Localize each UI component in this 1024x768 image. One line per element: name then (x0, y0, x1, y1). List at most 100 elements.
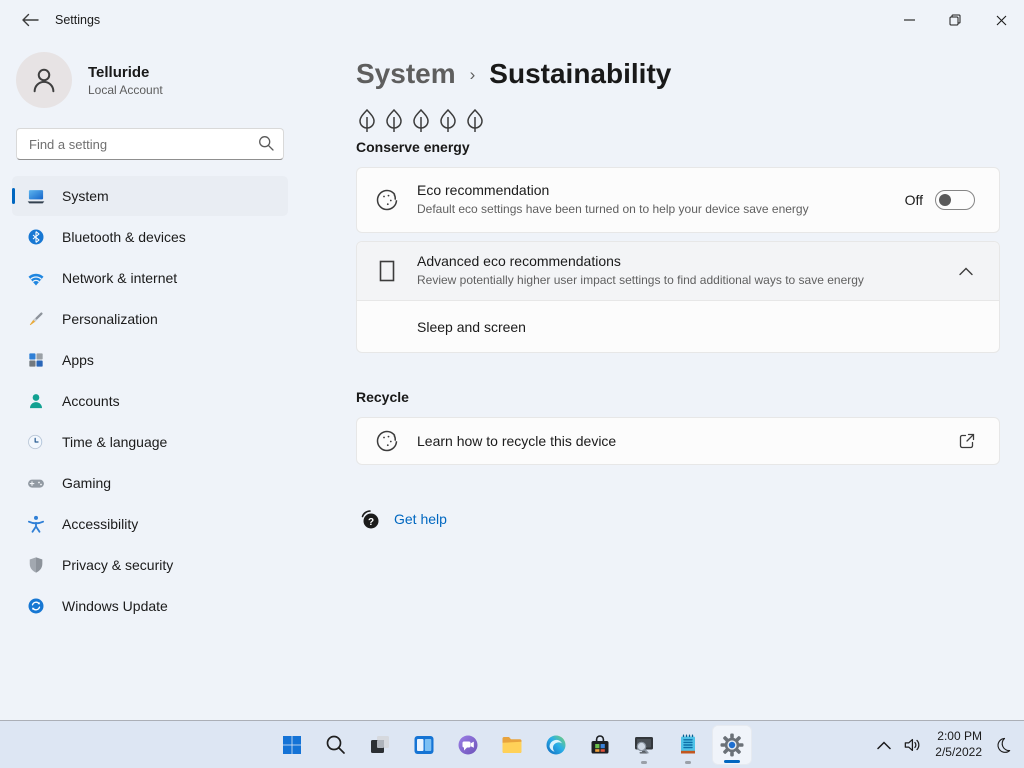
sidebar-item-network-internet[interactable]: Network & internet (12, 258, 288, 298)
advanced-eco-header[interactable]: Advanced eco recommendations Review pote… (357, 242, 999, 300)
edge-icon (546, 735, 566, 755)
widgets-icon (414, 736, 434, 754)
window-controls (886, 0, 1024, 40)
advanced-eco-description: Review potentially higher user impact se… (417, 273, 864, 288)
gaming-gamepad-icon (28, 479, 44, 488)
sleep-and-screen-label: Sleep and screen (417, 318, 526, 335)
window-title: Settings (55, 13, 101, 27)
sidebar-item-label: Windows Update (62, 598, 168, 614)
sidebar-item-privacy-security[interactable]: Privacy & security (12, 545, 288, 585)
minimize-icon (903, 19, 915, 21)
running-indicator (641, 761, 647, 764)
sleep-and-screen-row[interactable]: Sleep and screen (357, 300, 999, 352)
settings-gear-icon (720, 733, 744, 757)
windows-update-icon (28, 598, 44, 614)
settings-cards: Eco recommendation Default eco settings … (356, 167, 1000, 531)
close-icon (996, 15, 1006, 25)
sidebar-item-windows-update[interactable]: Windows Update (12, 586, 288, 626)
speaker-icon (904, 738, 920, 752)
tray-time: 2:00 PM (937, 729, 982, 744)
leaf-icon (359, 108, 375, 132)
clock[interactable]: 2:00 PM 2/5/2022 (927, 729, 988, 760)
minimize-button[interactable] (886, 0, 932, 40)
sidebar-item-system[interactable]: System (12, 176, 288, 216)
breadcrumb-system[interactable]: System (356, 58, 456, 90)
sidebar-item-label: Personalization (62, 311, 158, 327)
get-help-icon: ? (358, 507, 382, 531)
recycle-heading: Recycle (356, 389, 409, 405)
task-view-icon (371, 736, 389, 753)
sidebar-item-accessibility[interactable]: Accessibility (12, 504, 288, 544)
eco-leaves-row (356, 108, 1000, 134)
focus-assist-button[interactable] (988, 725, 1018, 765)
account-type: Local Account (88, 82, 163, 97)
leaf-icon (386, 108, 402, 132)
account-name: Telluride (88, 63, 150, 81)
eco-card-description: Default eco settings have been turned on… (417, 202, 809, 217)
chat-button[interactable] (448, 725, 488, 765)
volume-button[interactable] (897, 725, 927, 765)
task-view-button[interactable] (360, 725, 400, 765)
screen-magnifier-button[interactable] (624, 725, 664, 765)
leaf-icon (413, 108, 429, 132)
network-wifi-icon (28, 273, 44, 286)
accessibility-person-icon (28, 515, 44, 533)
notepad-button[interactable] (668, 725, 708, 765)
system-icon (27, 190, 45, 204)
sidebar-item-apps[interactable]: Apps (12, 340, 288, 380)
svg-text:?: ? (368, 517, 374, 528)
back-arrow-icon (21, 13, 39, 27)
back-button[interactable] (14, 8, 46, 32)
file-explorer-button[interactable] (492, 725, 532, 765)
leaf-icon (440, 108, 456, 132)
running-indicator (685, 761, 691, 764)
sidebar-item-label: Privacy & security (62, 557, 174, 573)
external-link-icon (959, 433, 975, 449)
sidebar-item-personalization[interactable]: Personalization (12, 299, 288, 339)
eco-palette-icon (357, 187, 417, 213)
widgets-button[interactable] (404, 725, 444, 765)
eco-recommendation-card: Eco recommendation Default eco settings … (356, 167, 1000, 233)
selection-accent-bar (12, 188, 15, 204)
personalization-brush-icon (29, 312, 43, 326)
account-card[interactable]: Telluride Local Account (0, 40, 300, 114)
recycle-link-card[interactable]: Learn how to recycle this device (356, 417, 1000, 465)
close-button[interactable] (978, 0, 1024, 40)
page-title: Sustainability (489, 58, 672, 89)
sidebar-item-accounts[interactable]: Accounts (12, 381, 288, 421)
restore-button[interactable] (932, 0, 978, 40)
taskbar-search-button[interactable] (316, 725, 356, 765)
main-content: System › Sustainability Conserve energy (300, 40, 1024, 720)
get-help-link[interactable]: Get help (394, 511, 447, 527)
store-button[interactable] (580, 725, 620, 765)
screen-magnifier-icon (635, 737, 653, 754)
tray-chevron-button[interactable] (871, 725, 897, 765)
edge-button[interactable] (536, 725, 576, 765)
advanced-eco-card: Advanced eco recommendations Review pote… (356, 241, 1000, 353)
settings-taskbar-button[interactable] (712, 725, 752, 765)
sidebar-item-label: Apps (62, 352, 94, 368)
sidebar-item-label: Gaming (62, 475, 112, 491)
sidebar-item-label: Accounts (62, 393, 120, 409)
sidebar-item-bluetooth-devices[interactable]: Bluetooth & devices (12, 217, 288, 257)
collapse-chevron-icon[interactable] (959, 267, 973, 276)
sidebar-item-label: Bluetooth & devices (62, 229, 186, 245)
sidebar-item-time-language[interactable]: Time & language (12, 422, 288, 462)
start-button[interactable] (272, 725, 312, 765)
sidebar-item-label: Time & language (62, 434, 168, 450)
conserve-energy-heading: Conserve energy (356, 139, 470, 155)
eco-recommendation-toggle[interactable] (935, 190, 975, 210)
search-input[interactable] (16, 128, 284, 160)
file-explorer-icon (502, 737, 522, 753)
chat-icon (458, 735, 478, 755)
recycle-link-title: Learn how to recycle this device (417, 433, 617, 449)
accounts-person-icon (30, 394, 42, 409)
toggle-state-label: Off (904, 192, 923, 208)
sidebar-item-label: Network & internet (62, 270, 178, 286)
taskbar-search-icon (326, 735, 345, 754)
sidebar-item-gaming[interactable]: Gaming (12, 463, 288, 503)
eco-card-title: Eco recommendation (417, 182, 550, 199)
sidebar-item-label: Accessibility (62, 516, 139, 532)
search-icon (258, 135, 274, 151)
toggle-knob (939, 194, 951, 206)
